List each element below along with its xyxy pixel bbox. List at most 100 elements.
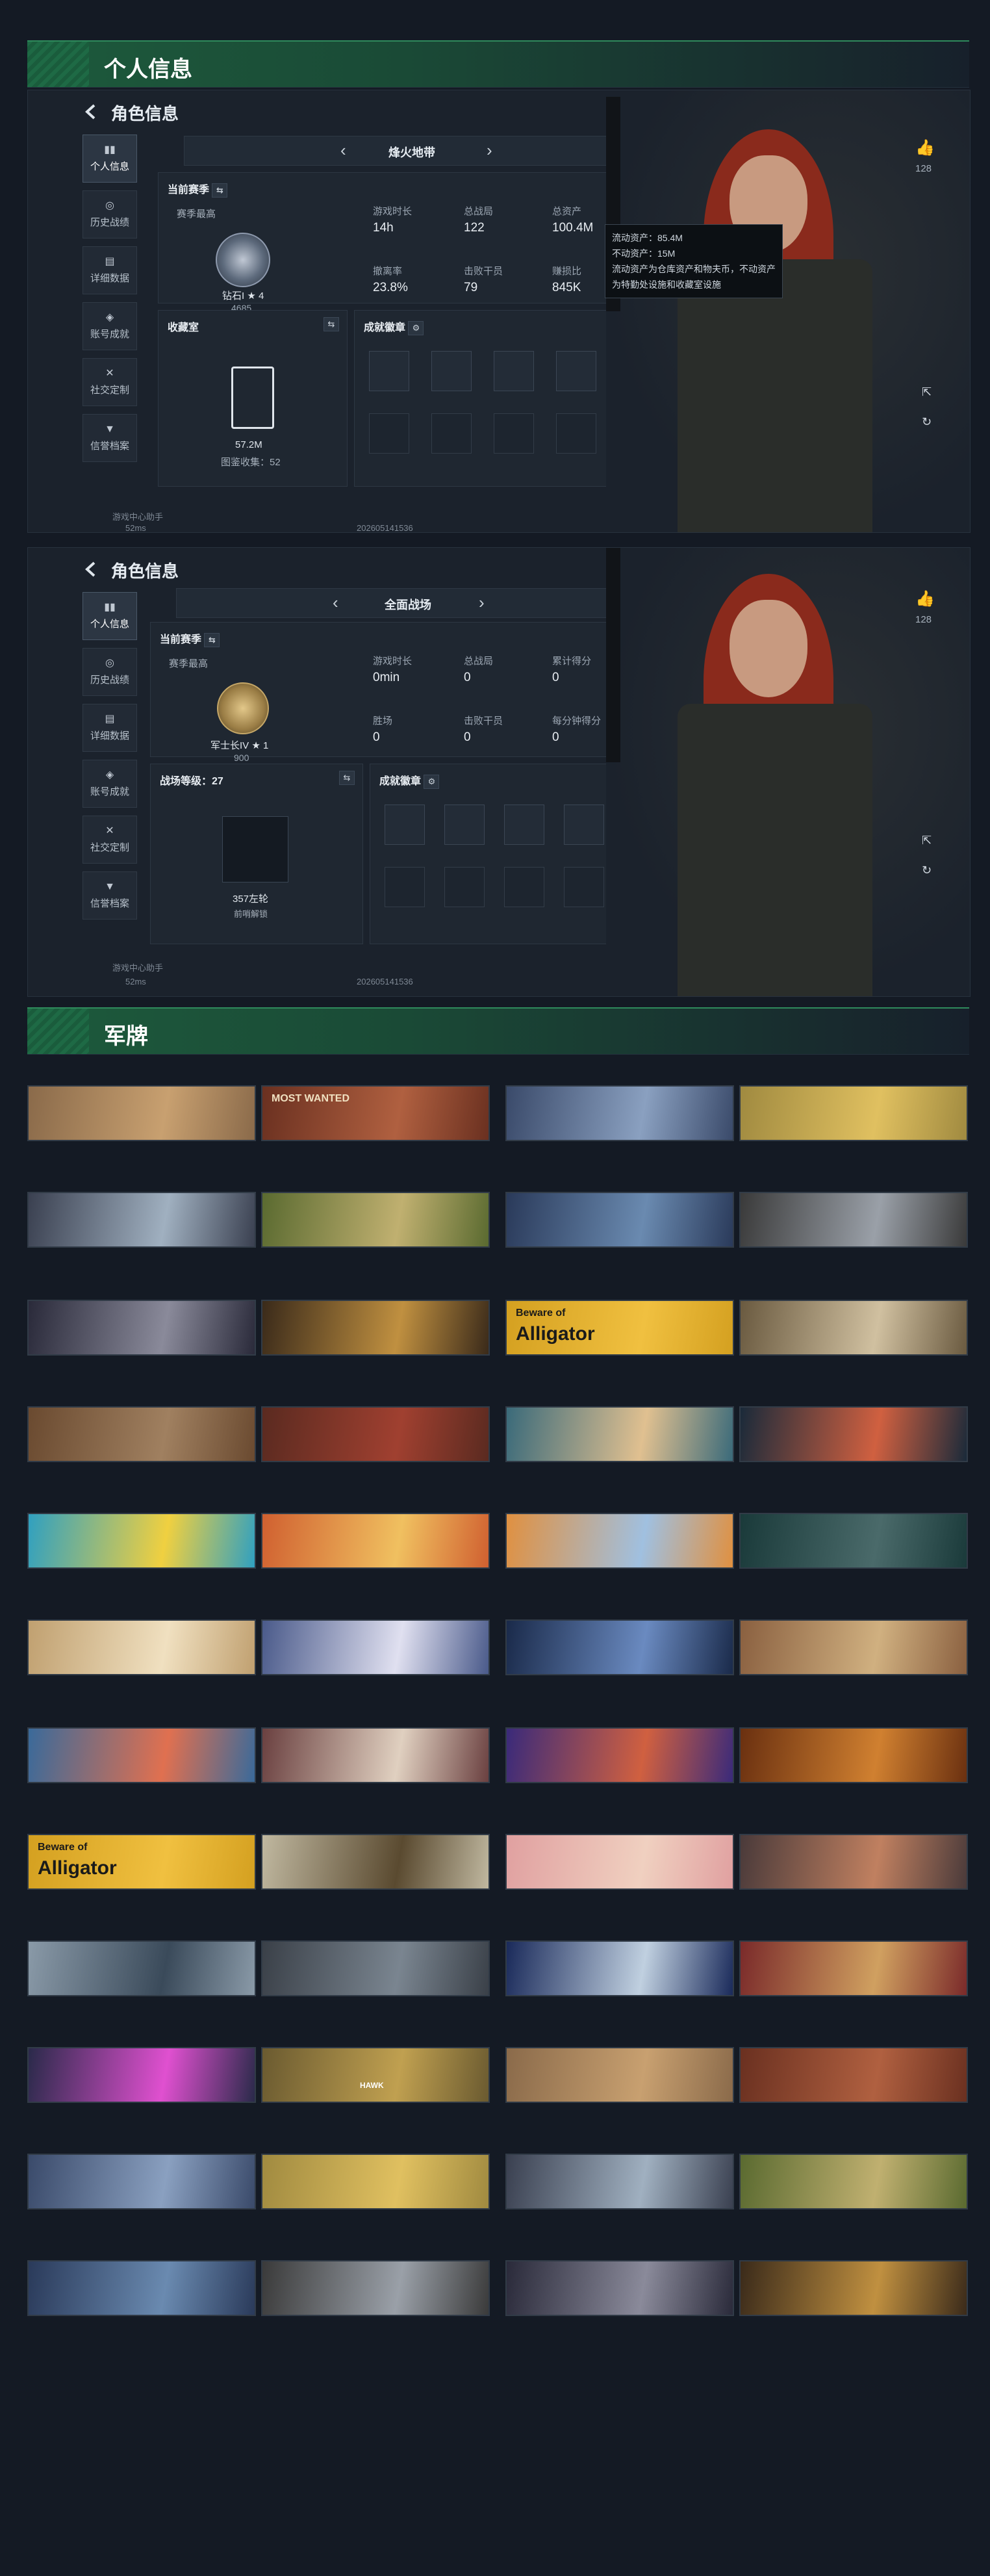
- military-tag[interactable]: [739, 1085, 968, 1141]
- swap-icon[interactable]: ⇆: [204, 633, 220, 647]
- military-tag[interactable]: [505, 1085, 734, 1141]
- military-tag[interactable]: [27, 2260, 256, 2316]
- military-tag[interactable]: [261, 1834, 490, 1890]
- military-tag[interactable]: [739, 1192, 968, 1248]
- military-tag[interactable]: [505, 2260, 734, 2316]
- settings-icon[interactable]: ⚙: [424, 775, 440, 789]
- empty-badge-slot[interactable]: [504, 867, 544, 907]
- achievement-badge[interactable]: [444, 805, 485, 845]
- military-tag[interactable]: [261, 1513, 490, 1569]
- military-tag[interactable]: [27, 1300, 256, 1356]
- military-tag[interactable]: [261, 1406, 490, 1462]
- next-map-arrow-icon[interactable]: ›: [479, 593, 485, 613]
- military-tag[interactable]: [27, 1085, 256, 1141]
- military-tag[interactable]: [739, 1513, 968, 1569]
- military-tag[interactable]: [739, 2047, 968, 2103]
- military-tag[interactable]: [505, 1834, 734, 1890]
- nav-reputation[interactable]: ▼ 信誉档案: [82, 871, 137, 920]
- achievement-badge[interactable]: [385, 805, 425, 845]
- stat-label: 总战局: [464, 206, 494, 217]
- nav-achievements[interactable]: ◈ 账号成就: [82, 302, 137, 350]
- military-tag[interactable]: [739, 1940, 968, 1996]
- military-tag[interactable]: [739, 1406, 968, 1462]
- military-tag[interactable]: [505, 1940, 734, 1996]
- nav-social[interactable]: ✕ 社交定制: [82, 816, 137, 864]
- military-tag[interactable]: [505, 1406, 734, 1462]
- military-tag[interactable]: [261, 1300, 490, 1356]
- nav-personal-info[interactable]: ▮▮ 个人信息: [82, 592, 137, 640]
- military-tag[interactable]: [739, 1834, 968, 1890]
- stat-label: 胜场: [373, 715, 393, 727]
- nav-details[interactable]: ▤ 详细数据: [82, 246, 137, 294]
- military-tag[interactable]: [505, 1619, 734, 1675]
- side-nav: ▮▮ 个人信息 ◎ 历史战绩 ▤ 详细数据 ◈ 账号成就 ✕ 社交定制 ▼ 信誉档案: [82, 592, 137, 927]
- military-tag[interactable]: [27, 1727, 256, 1783]
- military-tag[interactable]: [261, 1940, 490, 1996]
- like-icon[interactable]: 👍: [915, 589, 935, 608]
- military-tag[interactable]: Beware of Alligator: [505, 1300, 734, 1356]
- like-icon[interactable]: 👍: [915, 138, 935, 157]
- military-tag[interactable]: HAWK: [261, 2047, 490, 2103]
- nav-history[interactable]: ◎ 历史战绩: [82, 648, 137, 696]
- military-tag[interactable]: [739, 1619, 968, 1675]
- military-tag[interactable]: [27, 2047, 256, 2103]
- military-tag[interactable]: Beware of Alligator: [27, 1834, 256, 1890]
- refresh-icon[interactable]: ↻: [922, 864, 932, 877]
- settings-icon[interactable]: ⚙: [408, 321, 424, 335]
- collection-count: 图鉴收集：52: [221, 457, 281, 468]
- map-selector[interactable]: ‹ 全面战场 ›: [176, 588, 640, 618]
- achievement-badge[interactable]: [564, 805, 604, 845]
- military-tag[interactable]: [261, 2154, 490, 2209]
- military-tag[interactable]: [261, 1192, 490, 1248]
- military-tag[interactable]: [27, 2154, 256, 2209]
- achievement-badge[interactable]: [504, 805, 544, 845]
- military-tag[interactable]: [27, 1406, 256, 1462]
- military-tag[interactable]: [27, 1192, 256, 1248]
- share-icon[interactable]: ⇱: [922, 385, 932, 399]
- empty-badge-slot[interactable]: [369, 413, 409, 454]
- nav-personal-info[interactable]: ▮▮ 个人信息: [82, 135, 137, 183]
- current-season-label: 当前赛季 ⇆: [168, 181, 228, 198]
- military-tag[interactable]: [505, 1727, 734, 1783]
- military-tag[interactable]: [739, 1727, 968, 1783]
- nav-social[interactable]: ✕ 社交定制: [82, 358, 137, 406]
- military-tag[interactable]: [27, 1619, 256, 1675]
- military-tag[interactable]: [505, 1513, 734, 1569]
- back-icon[interactable]: [84, 561, 98, 578]
- military-tag[interactable]: [505, 2047, 734, 2103]
- empty-badge-slot[interactable]: [385, 867, 425, 907]
- empty-badge-slot[interactable]: [564, 867, 604, 907]
- military-tag[interactable]: [505, 1192, 734, 1248]
- nav-details[interactable]: ▤ 详细数据: [82, 704, 137, 752]
- military-tag[interactable]: [261, 1619, 490, 1675]
- achievement-badge[interactable]: [494, 351, 534, 391]
- achievement-badge[interactable]: [369, 351, 409, 391]
- nav-achievements[interactable]: ◈ 账号成就: [82, 760, 137, 808]
- achievement-badge[interactable]: [431, 351, 472, 391]
- military-tag[interactable]: MOST WANTED: [261, 1085, 490, 1141]
- military-tag[interactable]: [27, 1940, 256, 1996]
- military-tag[interactable]: [505, 2154, 734, 2209]
- nav-history[interactable]: ◎ 历史战绩: [82, 190, 137, 238]
- military-tag[interactable]: [27, 1513, 256, 1569]
- empty-badge-slot[interactable]: [494, 413, 534, 454]
- empty-badge-slot[interactable]: [556, 413, 596, 454]
- military-tag[interactable]: [739, 2154, 968, 2209]
- next-map-arrow-icon[interactable]: ›: [487, 140, 492, 161]
- empty-badge-slot[interactable]: [431, 413, 472, 454]
- back-icon[interactable]: [84, 103, 98, 120]
- military-tag[interactable]: [739, 1300, 968, 1356]
- military-tag[interactable]: [739, 2260, 968, 2316]
- map-selector[interactable]: ‹ 烽火地带 ›: [184, 136, 640, 166]
- military-tag[interactable]: [261, 2260, 490, 2316]
- swap-icon[interactable]: ⇆: [339, 771, 355, 785]
- swap-icon[interactable]: ⇆: [324, 317, 339, 331]
- swap-icon[interactable]: ⇆: [212, 183, 228, 198]
- military-tag[interactable]: [261, 1727, 490, 1783]
- achievement-badge[interactable]: [556, 351, 596, 391]
- refresh-icon[interactable]: ↻: [922, 415, 932, 429]
- share-icon[interactable]: ⇱: [922, 834, 932, 847]
- empty-badge-slot[interactable]: [444, 867, 485, 907]
- nav-reputation[interactable]: ▼ 信誉档案: [82, 414, 137, 462]
- character-panel-1: 角色信息 ▮▮ 个人信息 ◎ 历史战绩 ▤ 详细数据 ◈ 账号成就 ✕ 社交定制 ▼ 信誉档…: [27, 90, 971, 533]
